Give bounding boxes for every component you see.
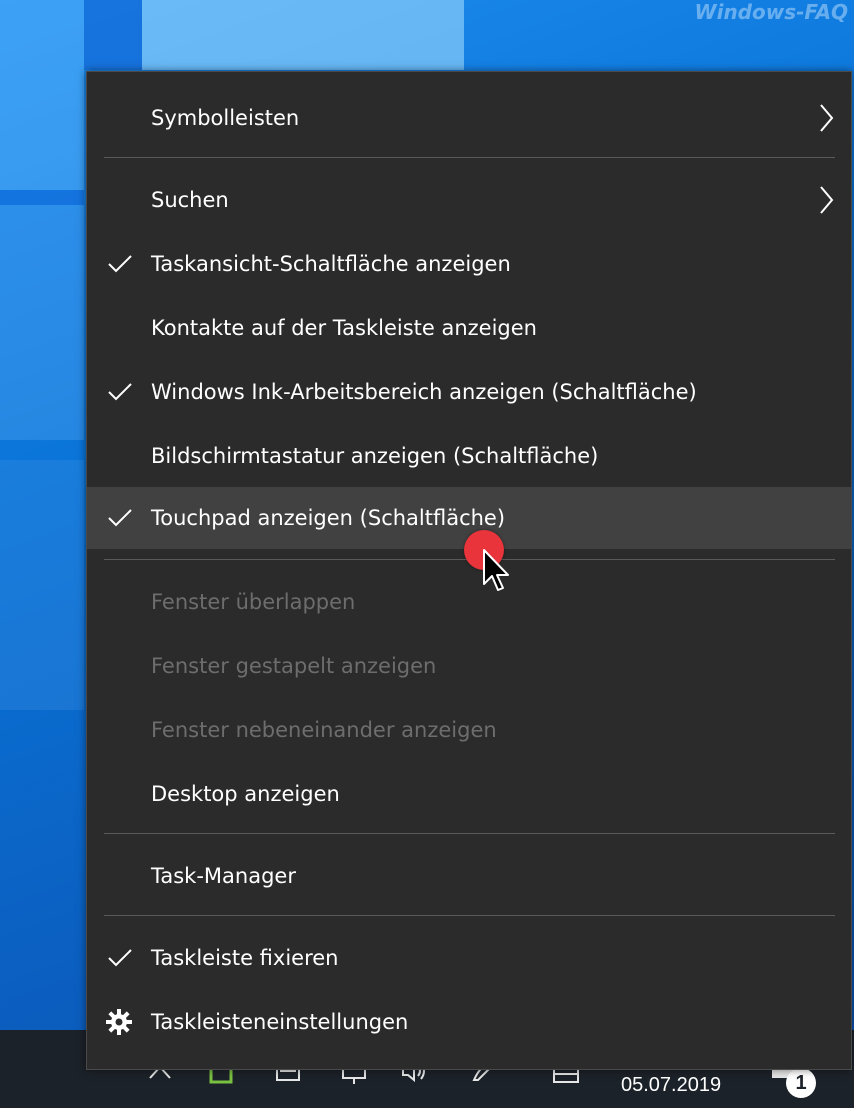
menu-item-label: Desktop anzeigen — [151, 782, 340, 806]
gear-icon — [106, 1009, 132, 1035]
menu-item-kontakte[interactable]: Kontakte auf der Taskleiste anzeigen — [87, 297, 851, 359]
menu-item-desktop-anzeigen[interactable]: Desktop anzeigen — [87, 763, 851, 825]
wallpaper-pane — [142, 0, 464, 70]
menu-item-fenster-ueberlappen[interactable]: Fenster überlappen — [87, 571, 851, 633]
menu-item-label: Kontakte auf der Taskleiste anzeigen — [151, 316, 537, 340]
wallpaper-pane — [0, 0, 84, 190]
chevron-right-icon — [820, 104, 834, 132]
menu-item-label: Bildschirmtastatur anzeigen (Schaltfläch… — [151, 444, 599, 468]
menu-item-label: Fenster nebeneinander anzeigen — [151, 718, 497, 742]
menu-item-label: Suchen — [151, 188, 229, 212]
menu-item-suchen[interactable]: Suchen — [87, 169, 851, 231]
menu-separator — [104, 915, 835, 916]
wallpaper-frame — [0, 190, 84, 205]
menu-item-windows-ink[interactable]: Windows Ink-Arbeitsbereich anzeigen (Sch… — [87, 361, 851, 423]
menu-item-taskleiste-fixieren[interactable]: Taskleiste fixieren — [87, 927, 851, 989]
taskbar-context-menu: Symbolleisten Suchen Taskansicht-Schaltf… — [86, 71, 852, 1070]
checkmark-icon — [108, 509, 132, 527]
menu-item-label: Task-Manager — [151, 864, 296, 888]
checkmark-icon — [108, 255, 132, 273]
menu-item-label: Fenster gestapelt anzeigen — [151, 654, 437, 678]
menu-item-task-manager[interactable]: Task-Manager — [87, 845, 851, 907]
wallpaper-frame — [84, 0, 142, 70]
mouse-cursor-icon — [483, 549, 509, 591]
watermark: Windows-FAQ — [694, 0, 848, 24]
checkmark-icon — [108, 949, 132, 967]
menu-item-label: Taskansicht-Schaltfläche anzeigen — [151, 252, 511, 276]
menu-item-label: Windows Ink-Arbeitsbereich anzeigen (Sch… — [151, 380, 697, 404]
chevron-right-icon — [820, 186, 834, 214]
menu-separator — [104, 157, 835, 158]
menu-item-taskleisteneinstellungen[interactable]: Taskleisteneinstellungen — [87, 991, 851, 1053]
menu-item-fenster-nebeneinander[interactable]: Fenster nebeneinander anzeigen — [87, 699, 851, 761]
checkmark-icon — [108, 383, 132, 401]
menu-item-symbolleisten[interactable]: Symbolleisten — [87, 87, 851, 149]
menu-item-fenster-gestapelt[interactable]: Fenster gestapelt anzeigen — [87, 635, 851, 697]
menu-item-taskansicht[interactable]: Taskansicht-Schaltfläche anzeigen — [87, 233, 851, 295]
menu-item-label: Taskleiste fixieren — [151, 946, 339, 970]
menu-item-label: Taskleisteneinstellungen — [151, 1010, 409, 1034]
wallpaper-pane — [0, 205, 84, 440]
menu-item-bildschirmtastatur[interactable]: Bildschirmtastatur anzeigen (Schaltfläch… — [87, 425, 851, 487]
menu-item-label: Fenster überlappen — [151, 590, 356, 614]
menu-item-label: Touchpad anzeigen (Schaltfläche) — [151, 506, 506, 530]
menu-item-label: Symbolleisten — [151, 106, 300, 130]
menu-separator — [104, 833, 835, 834]
wallpaper-pane — [0, 460, 84, 710]
notification-badge[interactable]: 1 — [786, 1068, 816, 1098]
taskbar-date[interactable]: 05.07.2019 — [621, 1074, 721, 1097]
